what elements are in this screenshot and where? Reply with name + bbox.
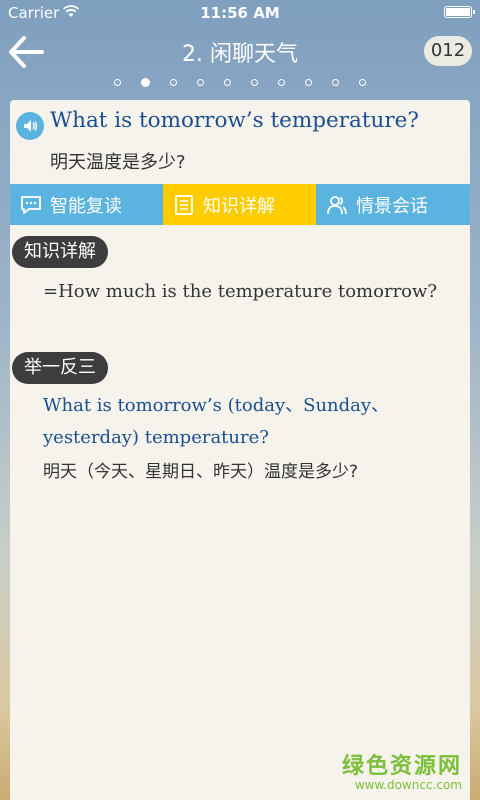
tab-knowledge[interactable]: 知识详解 — [163, 184, 316, 225]
tab-label: 智能复读 — [50, 195, 122, 217]
page-dot[interactable] — [278, 79, 285, 86]
page-indicator[interactable] — [0, 78, 480, 90]
page-dot[interactable] — [224, 79, 231, 86]
nav-bar: 2. 闲聊天气 012 — [0, 26, 480, 78]
lesson-number-badge: 012 — [424, 36, 472, 66]
status-bar: Carrier 11:56 AM — [0, 0, 480, 26]
play-audio-button[interactable] — [16, 112, 44, 140]
document-icon — [175, 194, 193, 215]
example-chinese: 明天（今天、星期日、昨天）温度是多少? — [43, 462, 359, 482]
examples-label: 举一反三 — [12, 352, 108, 384]
speaker-icon — [24, 120, 38, 132]
page-dot[interactable] — [305, 79, 312, 86]
tab-dialogue[interactable]: 情景会话 — [316, 184, 470, 225]
page-dot[interactable] — [114, 79, 121, 86]
battery-icon — [444, 6, 475, 18]
watermark-main: 绿色资源网 — [341, 754, 462, 779]
knowledge-label: 知识详解 — [12, 236, 108, 268]
chat-bubble-icon — [21, 195, 41, 214]
tab-label: 情景会话 — [356, 195, 428, 217]
page-dot[interactable] — [141, 78, 150, 87]
page-dot[interactable] — [359, 79, 366, 86]
page-title: 2. 闲聊天气 — [182, 42, 298, 67]
tab-bar: 智能复读 知识详解 情景会话 — [10, 184, 470, 225]
tab-label: 知识详解 — [203, 195, 275, 217]
sentence-english: What is tomorrow’s temperature? — [50, 108, 419, 133]
tab-smart-repeat[interactable]: 智能复读 — [10, 184, 163, 225]
page-dot[interactable] — [332, 79, 339, 86]
clock-time: 11:56 AM — [200, 4, 280, 22]
content-card: What is tomorrow’s temperature? 明天温度是多少?… — [10, 100, 470, 800]
people-icon — [327, 195, 347, 214]
page-dot[interactable] — [170, 79, 177, 86]
page-dot[interactable] — [251, 79, 258, 86]
example-english: What is tomorrow’s (today、Sunday、yesterd… — [43, 395, 390, 448]
page-dot[interactable] — [197, 79, 204, 86]
sentence-chinese: 明天温度是多少? — [50, 152, 186, 173]
watermark-logo: 绿色资源网 www.downcc.com — [342, 748, 462, 792]
watermark-url: www.downcc.com — [354, 778, 462, 792]
knowledge-text: =How much is the temperature tomorrow? — [43, 281, 438, 302]
